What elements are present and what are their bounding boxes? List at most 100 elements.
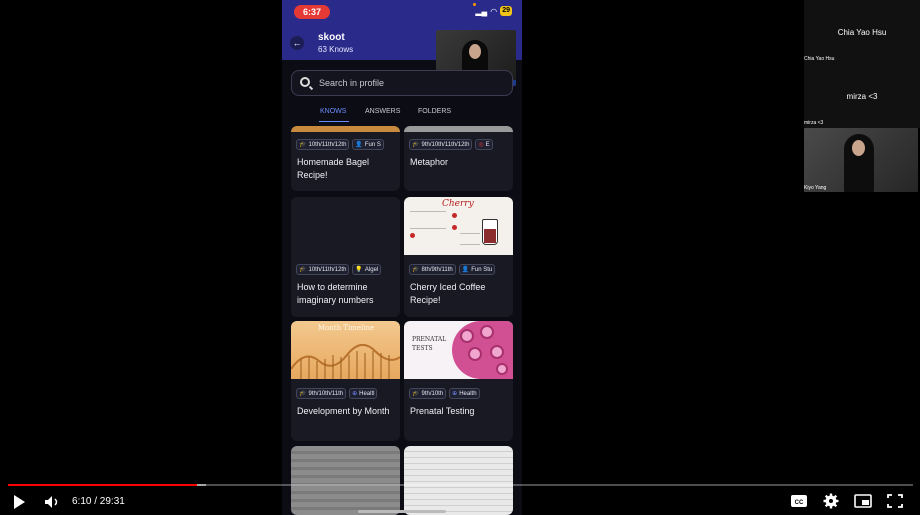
card-thumbnail [404, 126, 513, 132]
cherry-dot-1 [452, 213, 457, 218]
card-title: Development by Month [297, 406, 390, 416]
card-thumbnail [291, 126, 400, 132]
card-tags: 🎓 10th/11th/12th 👤 Fun S [296, 139, 384, 150]
cell-5 [496, 363, 508, 375]
phone-screen: 6:37 ▂▄ ◠ 29 ← skoot 63 Knows Search in … [282, 0, 522, 515]
signal-icon: ▂▄ [475, 6, 488, 16]
grad-cap-icon: 🎓 [412, 142, 420, 148]
know-card-notes-2[interactable] [404, 446, 513, 515]
cup-fill [484, 229, 496, 243]
subject-tag: 💡 Algel [352, 264, 382, 275]
participant-label: Chia Yao Hsu [804, 56, 835, 62]
card-thumbnail [291, 197, 400, 255]
active-tab-indicator [319, 121, 349, 122]
closed-captions-icon[interactable]: CC [790, 493, 808, 509]
timeline-wave [291, 344, 400, 379]
grade-tag: 🎓 9th/10th/11th [296, 388, 347, 399]
person-icon: 👤 [461, 267, 470, 273]
card-thumbnail: PRENATAL TESTS [404, 321, 513, 379]
grade-tag: 🎓 10th/11th/12th [296, 139, 350, 150]
thumb-heading: Cherry [442, 199, 474, 209]
know-card-cherry-coffee[interactable]: Cherry 🎓 8th/9th/11th 👤 Fun Stu Cherry Ice… [404, 197, 513, 317]
thumb-heading: PRENATAL TESTS [412, 336, 447, 352]
know-card-prenatal-testing[interactable]: PRENATAL TESTS 🎓 9th/10th ⊕ Health Prenata… [404, 321, 513, 441]
bulb-icon: 💡 [355, 267, 363, 273]
search-icon [300, 77, 310, 87]
participant-tile-chia: Chia Yao Hsu Chia Yao Hsu [804, 0, 920, 64]
cell-4 [490, 345, 504, 359]
status-time: 6:37 [294, 5, 330, 19]
volume-icon[interactable] [45, 496, 61, 508]
participant-tile-mirza: mirza <3 mirza <3 [804, 64, 920, 128]
notes-lines [410, 211, 446, 229]
tab-answers[interactable]: ANSWERS [365, 108, 400, 115]
search-input[interactable]: Search in profile [291, 70, 513, 96]
participant-video-kiyo [804, 128, 918, 192]
home-indicator [358, 510, 446, 513]
svg-text:CC: CC [795, 500, 804, 506]
person-icon: 👤 [355, 142, 363, 148]
grad-cap-icon: 🎓 [412, 391, 420, 397]
card-tags: 🎓 9th/10th/11th ⊕ Healtl [296, 388, 378, 399]
know-card-metaphor[interactable]: 🎓 9th/10th/11th/12th ◎ E Metaphor [404, 126, 513, 191]
card-title: Cherry Iced Coffee Recipe! [410, 282, 486, 305]
pip-face [469, 44, 481, 59]
card-thumbnail [291, 446, 400, 515]
grad-cap-icon: 🎓 [412, 267, 420, 273]
cherry-dot-3 [410, 233, 415, 238]
tab-knows[interactable]: KNOWS [320, 108, 346, 115]
tab-folders[interactable]: FOLDERS [418, 108, 451, 115]
know-card-notes-1[interactable] [291, 446, 400, 515]
participant-label: Kiyo Yang [804, 185, 827, 191]
progress-bar[interactable] [8, 484, 913, 486]
grade-tag: 🎓 9th/10th [409, 388, 447, 399]
grad-cap-icon: 🎓 [299, 267, 307, 273]
back-button[interactable]: ← [290, 36, 304, 50]
cherry-dot-2 [452, 225, 457, 230]
play-icon[interactable] [14, 495, 25, 509]
know-card-bagel[interactable]: 🎓 10th/11th/12th 👤 Fun S Homemade Bagel Re… [291, 126, 400, 191]
profile-name: skoot [318, 32, 345, 43]
subject-tag: 👤 Fun Stu [458, 264, 496, 275]
know-card-imaginary-numbers[interactable]: 🎓 10th/11th/12th 💡 Algel How to determine … [291, 197, 400, 317]
battery-icon: 29 [500, 6, 512, 16]
cell-3 [468, 347, 482, 361]
participant-display-name: Chia Yao Hsu [837, 28, 887, 37]
grade-tag: 🎓 10th/11th/12th [296, 264, 350, 275]
grad-cap-icon: 🎓 [299, 391, 307, 397]
cell-2 [480, 325, 494, 339]
card-thumbnail [404, 446, 513, 515]
subject-tag: ⊕ Health [449, 388, 480, 399]
miniplayer-icon[interactable] [854, 493, 872, 509]
participant-label: mirza <3 [804, 120, 824, 126]
notes-lines-2 [460, 233, 480, 245]
know-card-development-by-month[interactable]: Month Timeline 🎓 9th/10th/11th ⊕ Healtl De… [291, 321, 400, 441]
status-bar: 6:37 ▂▄ ◠ 29 [282, 0, 522, 24]
subject-icon: ◎ [478, 142, 484, 148]
played-bar [8, 484, 198, 486]
subject-tag: ⊕ Healtl [349, 388, 378, 399]
grade-tag: 🎓 8th/9th/11th [409, 264, 456, 275]
card-tags: 🎓 8th/9th/11th 👤 Fun Stu [409, 264, 496, 275]
card-tags: 🎓 10th/11th/12th 💡 Algel [296, 264, 382, 275]
fullscreen-icon[interactable] [886, 493, 904, 509]
profile-knows-count: 63 Knows [318, 45, 354, 54]
search-placeholder: Search in profile [319, 78, 385, 88]
grade-tag: 🎓 9th/10th/11th/12th [409, 139, 473, 150]
subject-tag: ◎ E [475, 139, 493, 150]
plus-icon: ⊕ [352, 391, 358, 397]
wifi-icon: ◠ [490, 6, 498, 16]
settings-gear-icon[interactable] [822, 493, 840, 509]
subject-tag: 👤 Fun S [352, 139, 384, 150]
profile-tabs: KNOWS ANSWERS FOLDERS [282, 105, 522, 123]
card-title: Metaphor [410, 157, 449, 167]
card-tags: 🎓 9th/10th ⊕ Health [409, 388, 480, 399]
card-title: How to determine imaginary numbers [297, 282, 374, 305]
grad-cap-icon: 🎓 [299, 142, 307, 148]
card-title: Prenatal Testing [410, 406, 475, 416]
cell-1 [460, 329, 474, 343]
participant-face [852, 140, 865, 156]
participant-display-name: mirza <3 [846, 92, 878, 101]
time-display: 6:10 / 29:31 [72, 496, 125, 507]
status-icons: ▂▄ ◠ 29 [475, 6, 512, 16]
